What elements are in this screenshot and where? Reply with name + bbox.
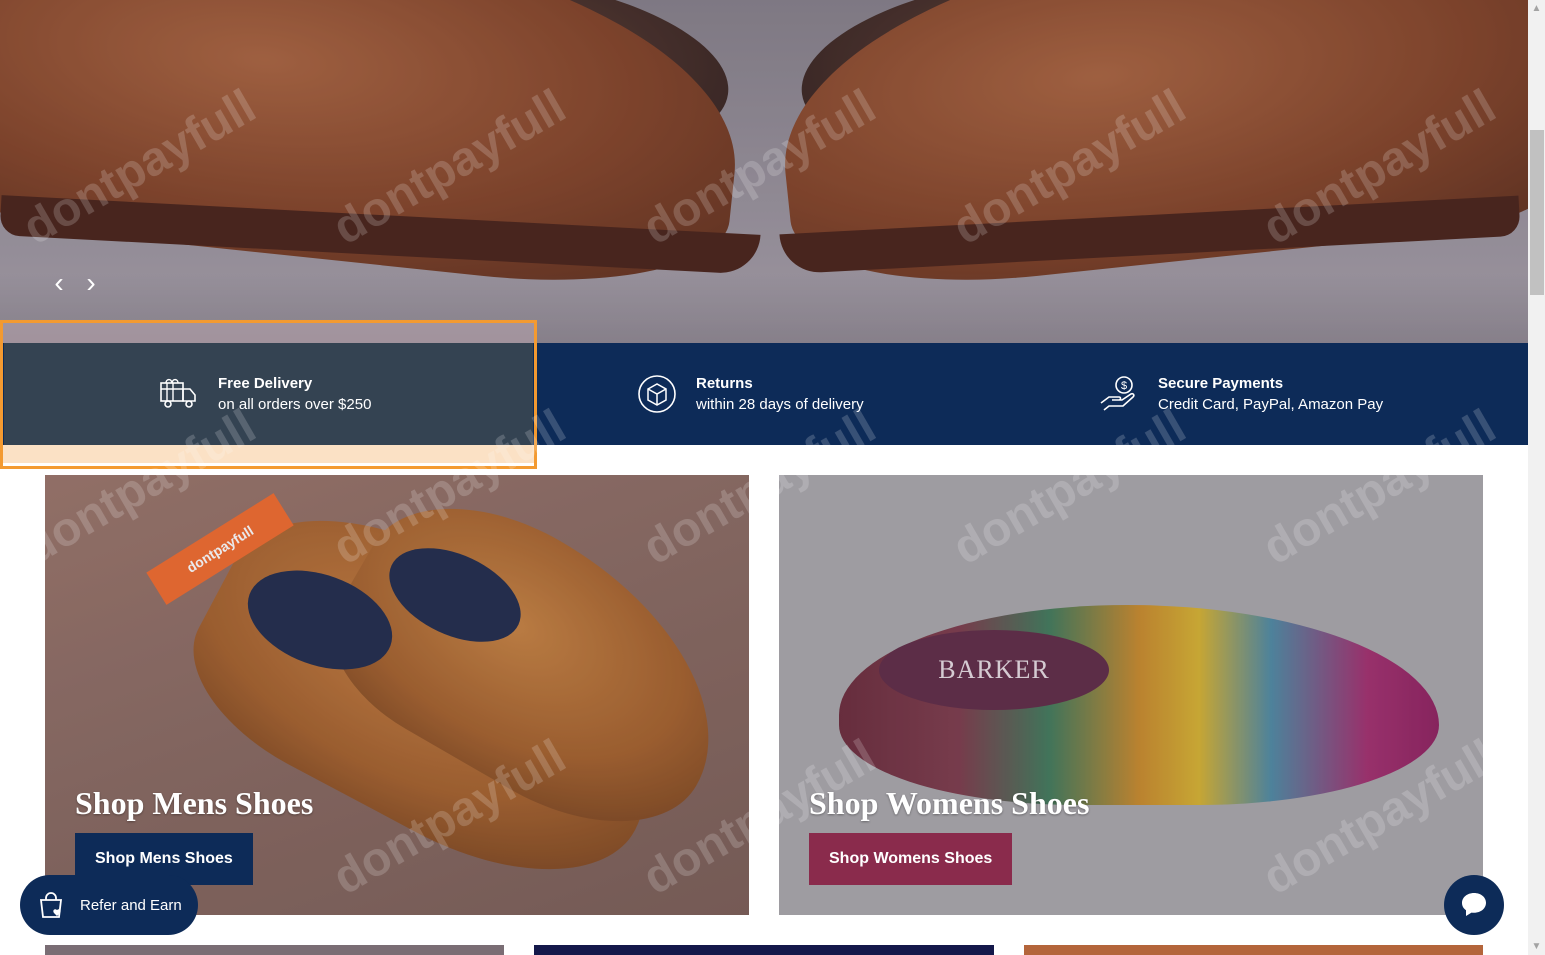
shopping-bag-heart-icon	[39, 892, 63, 918]
mens-card-title: Shop Mens Shoes	[75, 785, 314, 821]
refer-and-earn-button[interactable]: Refer and Earn	[20, 875, 198, 935]
feature-title: Secure Payments	[1158, 375, 1284, 392]
feature-title: Returns	[696, 375, 753, 392]
returns-box-icon	[638, 375, 676, 413]
hero-overlay	[0, 0, 1528, 343]
feature-secure-payments: $ Secure Payments Credit Card, PayPal, A…	[1098, 343, 1383, 445]
refer-label: Refer and Earn	[80, 896, 182, 914]
category-tile-3[interactable]	[1024, 945, 1483, 955]
shop-womens-card[interactable]: BARKER Shop Womens Shoes Shop Womens Sho…	[779, 475, 1483, 915]
slider-prev-button[interactable]: ‹	[48, 269, 70, 297]
payment-hand-icon: $	[1100, 376, 1135, 411]
shop-mens-card[interactable]: dontpayfull Shop Mens Shoes Shop Mens Sh…	[45, 475, 749, 915]
feature-subtitle: Credit Card, PayPal, Amazon Pay	[1158, 396, 1384, 413]
chat-button[interactable]	[1444, 875, 1504, 935]
womens-card-title: Shop Womens Shoes	[809, 785, 1090, 821]
highlight-outline	[0, 320, 537, 469]
scroll-up-arrow-icon[interactable]: ▲	[1528, 0, 1545, 17]
scrollbar-thumb[interactable]	[1530, 130, 1544, 295]
category-tile-2[interactable]	[534, 945, 994, 955]
category-tile-1[interactable]	[45, 945, 504, 955]
slider-next-button[interactable]: ›	[80, 269, 102, 297]
hero-slider: ‹ ›	[0, 0, 1528, 343]
svg-text:$: $	[1121, 380, 1127, 392]
shop-womens-button[interactable]: Shop Womens Shoes	[809, 833, 1013, 885]
feature-returns: Returns within 28 days of delivery	[636, 343, 864, 445]
feature-subtitle: within 28 days of delivery	[696, 396, 864, 413]
chat-bubble-icon	[1462, 893, 1486, 916]
scroll-down-arrow-icon[interactable]: ▼	[1528, 938, 1545, 955]
